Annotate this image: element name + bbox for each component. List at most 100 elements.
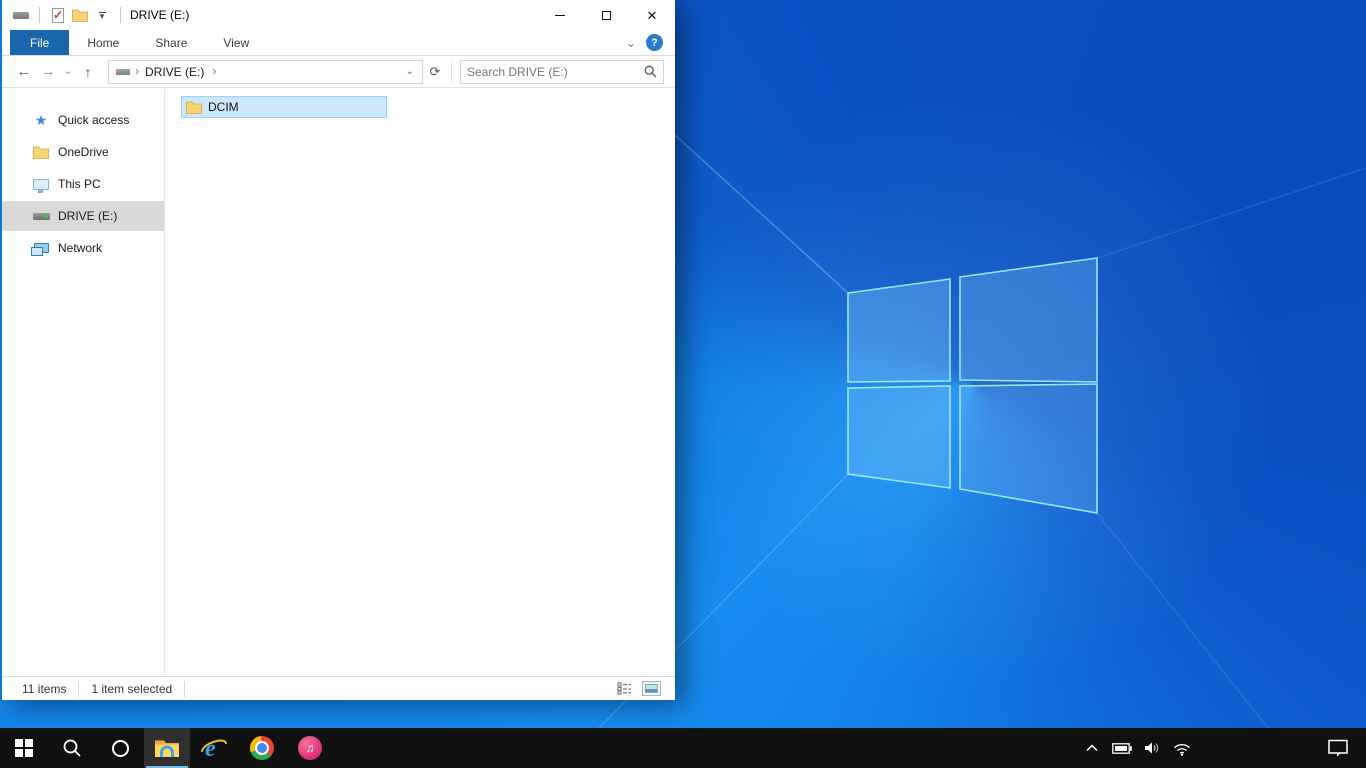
file-item-dcim[interactable]: DCIM — [181, 96, 387, 118]
window-title: DRIVE (E:) — [130, 8, 190, 22]
forward-button[interactable]: → — [36, 63, 60, 80]
new-folder-icon — [72, 9, 88, 22]
new-folder-quick-button[interactable] — [69, 4, 91, 26]
maximize-button[interactable] — [583, 0, 629, 30]
sidebar-item-quick-access[interactable]: ★ Quick access — [0, 105, 164, 135]
items-count: 11 items — [22, 681, 67, 696]
title-bar: ▾ DRIVE (E:) ✕ — [0, 0, 675, 30]
hidden-icons-button[interactable] — [1080, 728, 1104, 768]
file-item-name: DCIM — [208, 100, 239, 114]
drive-icon — [32, 212, 50, 220]
thumbnails-view-button[interactable] — [642, 681, 661, 696]
sidebar-item-drive-e[interactable]: DRIVE (E:) — [0, 201, 164, 231]
taskbar-search-button[interactable] — [48, 728, 96, 768]
sidebar-item-onedrive[interactable]: OneDrive — [0, 137, 164, 167]
sidebar-item-network[interactable]: Network — [0, 233, 164, 263]
search-input[interactable] — [467, 64, 644, 79]
windows-logo-icon — [15, 739, 33, 757]
chrome-icon — [250, 736, 274, 760]
quick-access-star-icon: ★ — [34, 112, 48, 128]
maximize-icon — [601, 10, 611, 20]
up-button[interactable]: ↑ — [76, 64, 100, 80]
ribbon-tab-row: File Home Share View ⌄ ? — [0, 30, 675, 56]
help-button[interactable]: ? — [646, 34, 663, 51]
chrome-button[interactable] — [238, 728, 286, 768]
sidebar-item-label: This PC — [58, 177, 101, 191]
qat-separator-2 — [120, 7, 121, 23]
qat-separator — [39, 7, 40, 23]
sidebar-item-this-pc[interactable]: This PC — [0, 169, 164, 199]
caption-buttons: ✕ — [537, 0, 675, 30]
thumbnail-icon — [645, 684, 658, 693]
ribbon-right-controls: ⌄ ? — [626, 30, 675, 55]
back-button[interactable]: ← — [12, 63, 36, 80]
volume-indicator[interactable] — [1140, 728, 1164, 768]
properties-check-icon — [52, 7, 64, 23]
itunes-button[interactable]: ♫ — [286, 728, 334, 768]
close-icon: ✕ — [646, 7, 658, 23]
battery-icon — [1112, 742, 1132, 754]
screen: ▾ DRIVE (E:) ✕ File Home Share View ⌄ ? … — [0, 0, 1366, 768]
status-separator-2 — [184, 680, 186, 697]
action-center-button[interactable] — [1318, 728, 1358, 768]
wifi-icon — [1174, 743, 1190, 756]
properties-quick-button[interactable] — [47, 4, 69, 26]
svg-text:e: e — [205, 736, 216, 761]
wifi-indicator[interactable] — [1170, 728, 1194, 768]
internet-explorer-button[interactable]: e — [190, 728, 238, 768]
speaker-icon — [1144, 742, 1158, 754]
close-button[interactable]: ✕ — [629, 0, 675, 30]
status-separator — [78, 680, 80, 697]
taskbar-file-explorer-button[interactable] — [144, 728, 190, 768]
window-body: ★ Quick access OneDrive This PC DRIVE (E… — [0, 89, 675, 676]
system-tray — [1080, 728, 1366, 768]
window-drive-icon — [10, 4, 32, 26]
refresh-button[interactable]: ⟳ — [423, 60, 447, 84]
details-view-button[interactable] — [617, 682, 632, 695]
search-icon — [63, 739, 81, 757]
folder-icon — [186, 101, 202, 114]
file-list-pane[interactable]: DCIM — [165, 89, 675, 676]
network-icon — [30, 243, 50, 256]
tab-file[interactable]: File — [10, 30, 70, 55]
breadcrumb-drive-icon — [116, 68, 130, 75]
sidebar-item-label: Quick access — [58, 113, 130, 127]
window-left-edge — [0, 0, 2, 700]
chevron-up-icon — [1086, 744, 1098, 752]
battery-indicator[interactable] — [1110, 728, 1134, 768]
sidebar-item-label: OneDrive — [58, 145, 109, 159]
cortana-circle-icon — [111, 739, 129, 757]
tab-view[interactable]: View — [205, 30, 267, 55]
navigation-bar: ← → ⌄ ↑ › DRIVE (E:) › ⌄ ⟳ — [0, 56, 675, 88]
expand-ribbon-button[interactable]: ⌄ — [626, 36, 636, 50]
address-bar[interactable]: › DRIVE (E:) › ⌄ — [108, 59, 423, 84]
start-button[interactable] — [0, 728, 48, 768]
minimize-icon — [555, 14, 565, 16]
search-box — [460, 59, 664, 84]
qat-customize-button[interactable]: ▾ — [91, 4, 113, 26]
status-bar: 11 items 1 item selected — [0, 676, 675, 700]
this-pc-monitor-icon — [32, 178, 50, 193]
internet-explorer-icon: e — [201, 736, 227, 761]
view-toggle-buttons — [617, 681, 661, 696]
chevron-down-icon: ▾ — [98, 10, 106, 21]
navbar-separator — [451, 60, 452, 83]
minimize-button[interactable] — [537, 0, 583, 30]
tab-home[interactable]: Home — [69, 30, 137, 55]
breadcrumb-chevron-icon-2: › — [212, 63, 217, 78]
selection-count: 1 item selected — [91, 681, 173, 696]
recent-locations-button[interactable]: ⌄ — [60, 66, 76, 77]
file-explorer-icon — [155, 740, 179, 757]
action-center-icon — [1328, 739, 1348, 757]
breadcrumb-drive[interactable]: DRIVE (E:) — [145, 65, 204, 79]
onedrive-folder-icon — [32, 146, 50, 159]
address-dropdown-button[interactable]: ⌄ — [402, 66, 418, 77]
itunes-icon: ♫ — [298, 736, 322, 760]
tab-share[interactable]: Share — [137, 30, 205, 55]
cortana-button[interactable] — [96, 728, 144, 768]
sidebar-item-label: Network — [58, 241, 103, 255]
navigation-pane: ★ Quick access OneDrive This PC DRIVE (E… — [0, 89, 165, 676]
breadcrumb-chevron-icon: › — [135, 63, 139, 78]
search-icon[interactable] — [644, 65, 657, 78]
taskbar: e ♫ — [0, 728, 1366, 768]
